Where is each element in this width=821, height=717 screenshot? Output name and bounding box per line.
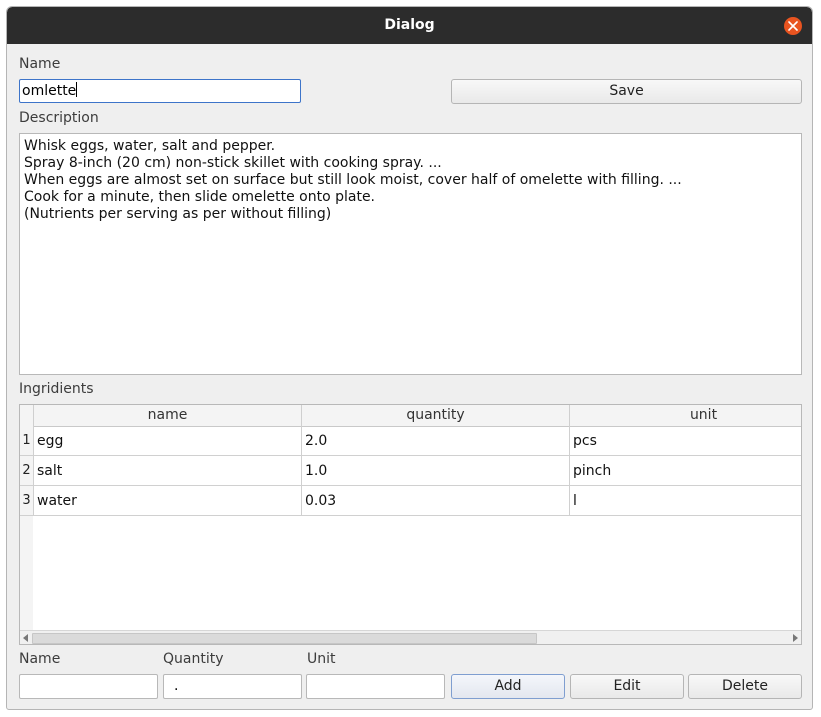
- cell-name[interactable]: salt: [33, 456, 301, 486]
- description-line: Whisk eggs, water, salt and pepper.: [24, 138, 276, 154]
- description-line: Spray 8-inch (20 cm) non-stick skillet w…: [24, 155, 442, 171]
- edit-button[interactable]: Edit: [570, 674, 684, 699]
- cell-unit[interactable]: pcs: [569, 426, 801, 456]
- add-button[interactable]: Add: [451, 674, 565, 699]
- ingredients-label: Ingridients: [19, 381, 94, 397]
- text-caret: [76, 82, 78, 97]
- cell-unit[interactable]: l: [569, 486, 801, 516]
- description-line: (Nutrients per serving as per without fi…: [24, 206, 332, 222]
- window-title: Dialog: [384, 17, 435, 33]
- cell-quantity[interactable]: 1.0: [301, 456, 569, 486]
- recipe-name-value: omlette: [22, 83, 77, 99]
- title-bar[interactable]: Dialog: [7, 7, 812, 44]
- close-icon: [788, 21, 798, 31]
- scrollbar-thumb[interactable]: [32, 633, 537, 644]
- name-label: Name: [19, 56, 61, 72]
- scroll-left-arrow-icon[interactable]: [23, 634, 28, 642]
- ingredients-table[interactable]: name quantity unit 1 egg 2.0 pcs 2 salt …: [19, 404, 802, 645]
- cell-name[interactable]: water: [33, 486, 301, 516]
- table-row[interactable]: 2 salt 1.0 pinch: [20, 456, 801, 486]
- recipe-name-input[interactable]: omlette: [19, 79, 301, 103]
- description-line: When eggs are almost set on surface but …: [24, 172, 682, 188]
- row-number[interactable]: 3: [20, 486, 33, 516]
- ingredient-quantity-input[interactable]: .: [163, 674, 302, 699]
- table-row[interactable]: 1 egg 2.0 pcs: [20, 426, 801, 456]
- close-button[interactable]: [784, 17, 802, 35]
- description-label: Description: [19, 110, 99, 126]
- column-header-quantity[interactable]: quantity: [301, 405, 569, 426]
- table-row[interactable]: 3 water 0.03 l: [20, 486, 801, 516]
- column-header-unit[interactable]: unit: [569, 405, 801, 426]
- row-number[interactable]: 1: [20, 426, 33, 456]
- cell-quantity[interactable]: 2.0: [301, 426, 569, 456]
- entry-quantity-label: Quantity: [163, 651, 224, 667]
- dialog-window: Dialog Name omlette Save Description Whi…: [6, 6, 813, 710]
- entry-unit-label: Unit: [307, 651, 336, 667]
- description-line: Cook for a minute, then slide omelette o…: [24, 189, 376, 205]
- description-textarea[interactable]: Whisk eggs, water, salt and pepper. Spra…: [19, 133, 802, 375]
- cell-quantity[interactable]: 0.03: [301, 486, 569, 516]
- ingredient-name-input[interactable]: [19, 674, 158, 699]
- ingredient-unit-input[interactable]: [306, 674, 445, 699]
- cell-name[interactable]: egg: [33, 426, 301, 456]
- cell-unit[interactable]: pinch: [569, 456, 801, 486]
- row-number[interactable]: 2: [20, 456, 33, 486]
- entry-name-label: Name: [19, 651, 61, 667]
- save-button[interactable]: Save: [451, 79, 802, 104]
- scroll-right-arrow-icon[interactable]: [793, 634, 798, 642]
- table-header: name quantity unit: [20, 405, 801, 427]
- column-header-name[interactable]: name: [33, 405, 301, 426]
- delete-button[interactable]: Delete: [688, 674, 802, 699]
- corner-header[interactable]: [20, 405, 33, 426]
- horizontal-scrollbar[interactable]: [20, 630, 801, 644]
